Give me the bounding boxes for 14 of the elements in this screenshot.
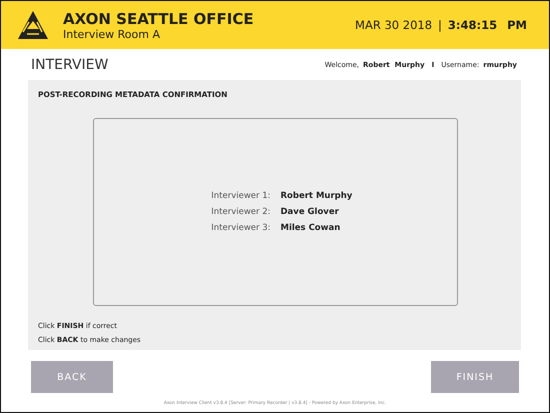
meridiem-text: PM xyxy=(507,18,527,32)
time-text: 3:48:15 xyxy=(448,18,498,32)
room-name: Interview Room A xyxy=(63,28,161,40)
date-text: MAR 30 2018 xyxy=(355,18,432,32)
triangle-logo-icon xyxy=(17,10,49,40)
interviewer-name: Miles Cowan xyxy=(280,223,342,233)
interviewer-label: Interviewer 2: xyxy=(210,207,270,217)
interviewer-label: Interviewer 1: xyxy=(210,191,270,201)
office-name: AXON SEATTLE OFFICE xyxy=(63,10,255,28)
separator-text: | xyxy=(438,18,442,32)
page-title: INTERVIEW xyxy=(31,56,108,72)
interviewer-name: Robert Murphy xyxy=(280,191,354,201)
interviewer-name: Dave Glover xyxy=(280,207,340,217)
interviewer-label: Interviewer 3: xyxy=(210,223,270,233)
